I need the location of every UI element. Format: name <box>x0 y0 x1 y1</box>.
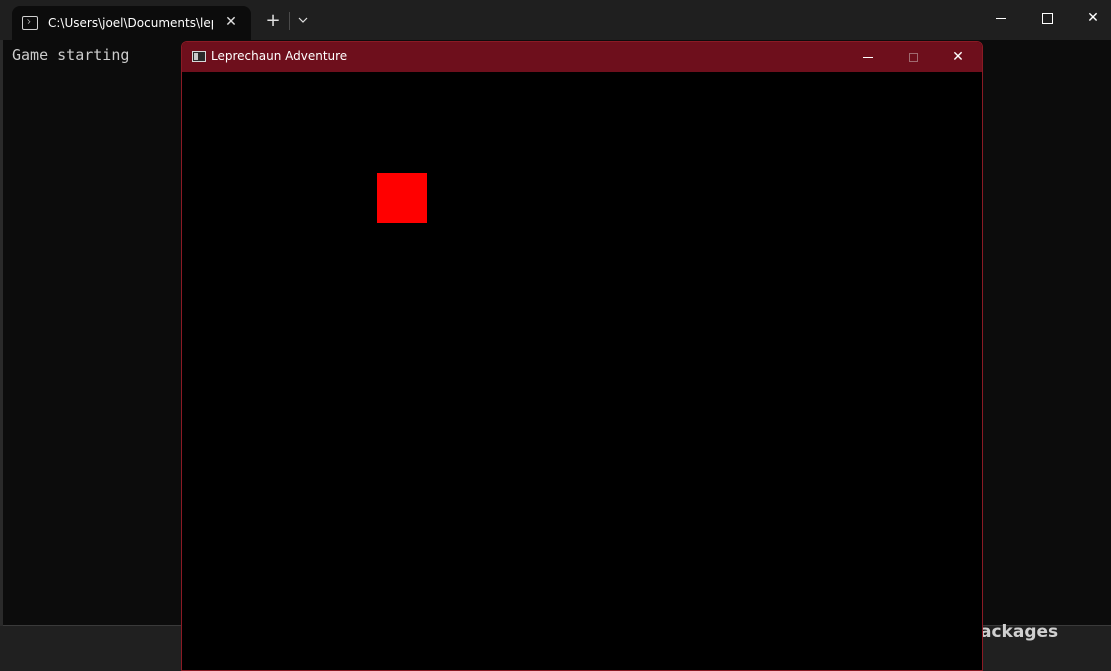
game-titlebar[interactable]: Leprechaun Adventure ✕ <box>182 42 982 72</box>
game-window: Leprechaun Adventure ✕ <box>181 41 983 671</box>
maximize-icon <box>908 52 918 62</box>
player-square <box>377 173 427 223</box>
game-close-button[interactable]: ✕ <box>936 42 980 72</box>
game-canvas[interactable] <box>182 72 982 670</box>
maximize-icon <box>1041 12 1053 24</box>
game-maximize-button <box>891 42 935 72</box>
game-minimize-button[interactable] <box>846 42 890 72</box>
terminal-close-button[interactable]: ✕ <box>1070 0 1111 36</box>
terminal-output: Game starting <box>12 46 130 64</box>
terminal-maximize-button[interactable] <box>1024 0 1070 36</box>
minimize-icon <box>863 56 873 58</box>
game-window-title: Leprechaun Adventure <box>211 49 348 63</box>
terminal-icon <box>22 16 38 30</box>
app-window-icon <box>192 51 206 62</box>
tab-close-icon[interactable]: ✕ <box>223 14 239 30</box>
tab-separator <box>289 12 290 30</box>
chevron-down-icon[interactable] <box>294 12 312 30</box>
terminal-tab[interactable]: C:\Users\joel\Documents\leprechaun ✕ <box>12 6 251 40</box>
terminal-titlebar: C:\Users\joel\Documents\leprechaun ✕ + ✕ <box>0 0 1111 40</box>
new-tab-button[interactable]: + <box>262 10 284 32</box>
terminal-minimize-button[interactable] <box>978 0 1024 36</box>
terminal-tab-title: C:\Users\joel\Documents\leprechaun <box>48 16 213 30</box>
minimize-icon <box>996 17 1006 19</box>
background-text: ackages <box>980 622 1059 642</box>
window-edge <box>0 40 3 626</box>
